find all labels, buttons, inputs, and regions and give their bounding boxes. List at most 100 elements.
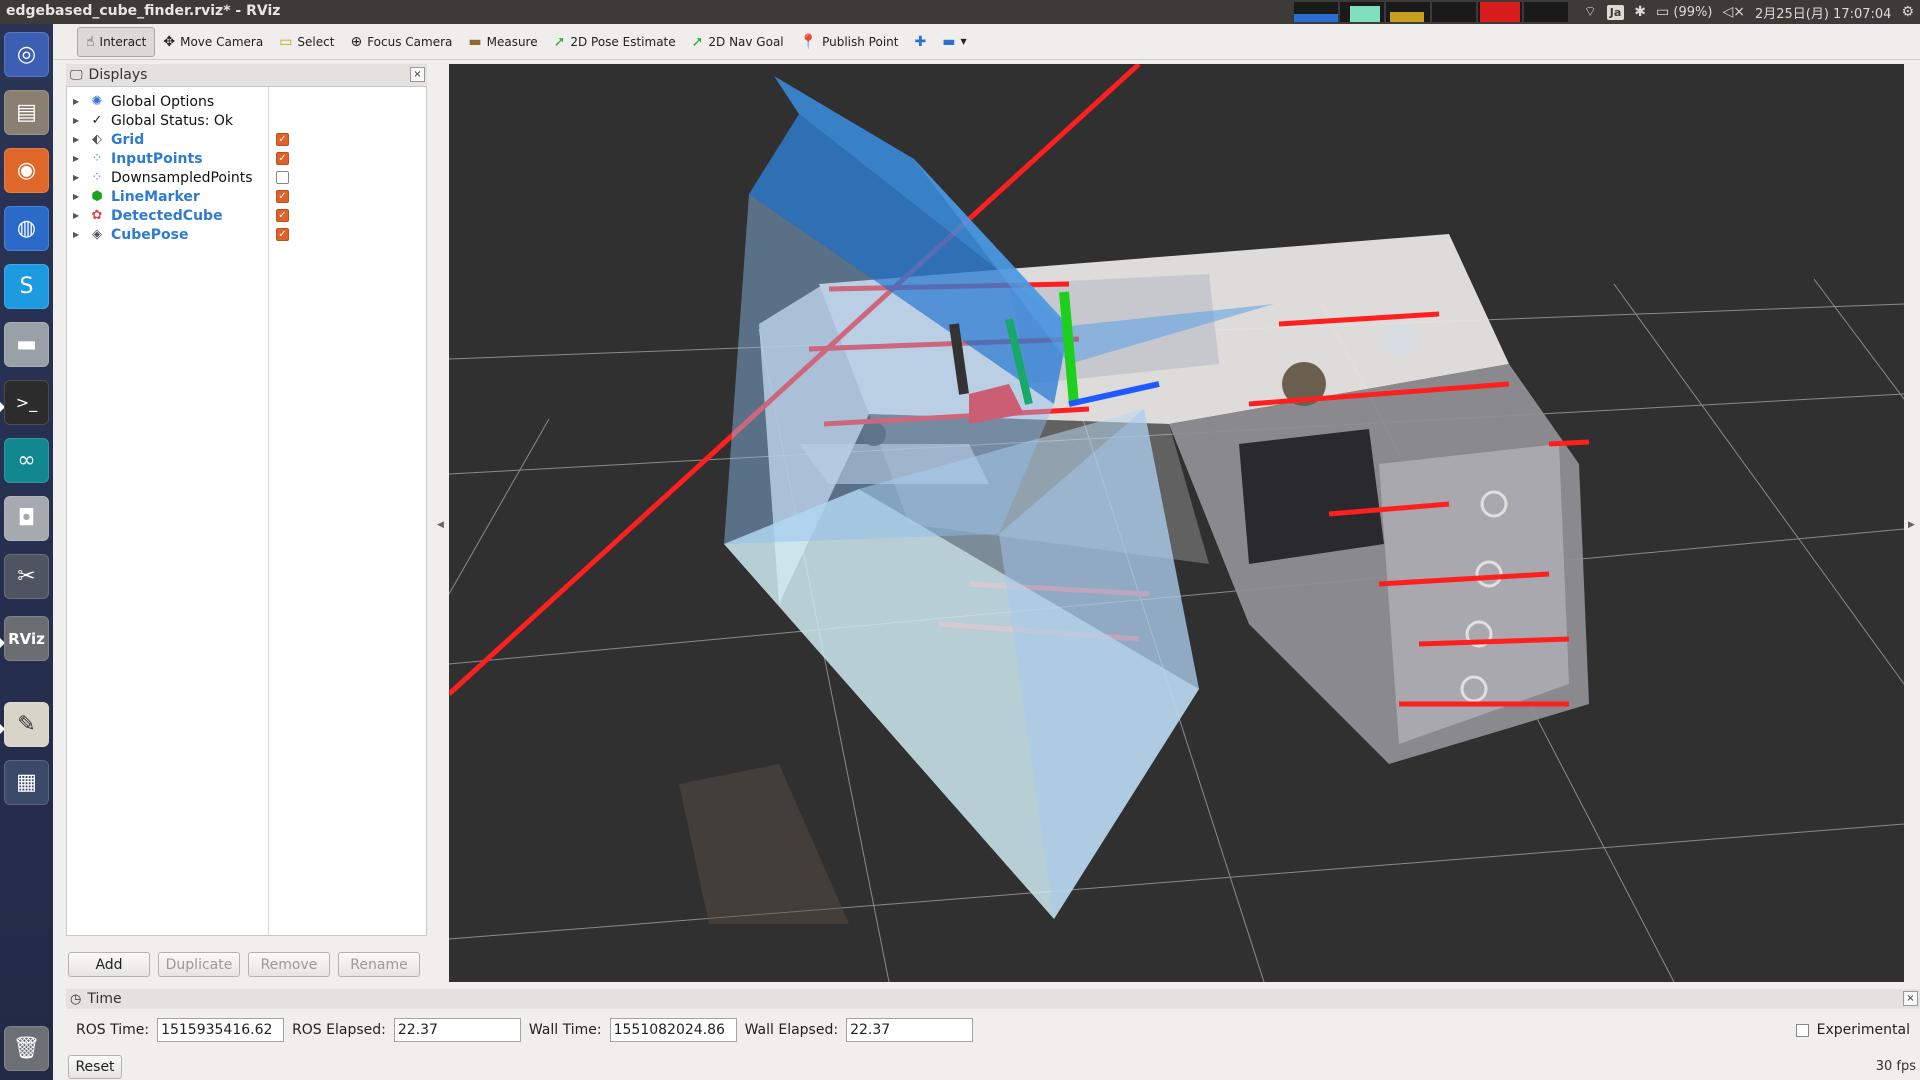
battery-icon: ▭ (1656, 4, 1670, 20)
pin-icon: 📍 (799, 33, 818, 50)
close-icon[interactable]: × (1903, 991, 1918, 1006)
green-arrow-icon: ➚ (553, 33, 566, 50)
camera-icon[interactable]: ◘ (4, 496, 49, 541)
monitor-icon: 🖵 (70, 67, 83, 83)
tool-select[interactable]: ▭ Select (271, 27, 342, 57)
wall-time-field[interactable]: 1551082024.86 (609, 1018, 737, 1042)
workspace-switcher-icon[interactable]: ▦ (4, 760, 49, 805)
point-cloud-icon: ⁘ (91, 170, 103, 185)
enable-checkbox[interactable]: ✓ (276, 133, 289, 146)
bluetooth-icon[interactable]: ✱ (1634, 4, 1646, 20)
gear-icon[interactable]: ⚙ (1901, 4, 1914, 20)
duplicate-button[interactable]: Duplicate (158, 952, 240, 977)
gear-icon: ✺ (91, 94, 103, 109)
tool-2d-nav-goal[interactable]: ➚ 2D Nav Goal (684, 27, 792, 57)
tree-row-detected-cube[interactable]: ▶ ✿ DetectedCube ✓ (67, 206, 428, 225)
close-icon[interactable]: × (410, 67, 425, 82)
detected-cube (724, 76, 1274, 919)
ros-time-field[interactable]: 1515935416.62 (157, 1018, 285, 1042)
focus-icon: ⊕ (350, 33, 363, 50)
tool-move-camera[interactable]: ✥ Move Camera (155, 27, 271, 57)
top-panel: edgebased_cube_finder.rviz* - RViz ⌔ Ja … (0, 0, 1920, 24)
files-icon[interactable]: ▤ (4, 90, 49, 135)
skype-icon[interactable]: S (4, 264, 49, 309)
time-fields: ROS Time: 1515935416.62 ROS Elapsed: 22.… (66, 1017, 1920, 1043)
chevron-down-icon: ▼ (960, 37, 967, 46)
expand-icon[interactable]: ▶ (73, 211, 83, 220)
displays-panel: 🖵 Displays × ▶ ✺ Global Options ▶ ✓ Glob… (66, 64, 427, 980)
firefox-icon[interactable]: ◉ (4, 148, 49, 193)
rviz-icon[interactable]: RViz (4, 616, 49, 661)
settings-tools-icon[interactable]: ✂ (4, 554, 49, 599)
enable-checkbox[interactable] (276, 171, 289, 184)
input-method-indicator[interactable]: Ja (1606, 4, 1625, 20)
wifi-icon[interactable]: ⌔ (1584, 3, 1597, 21)
chrome-icon[interactable]: ◍ (4, 206, 49, 251)
select-icon: ▭ (279, 33, 293, 50)
tree-row-line-marker[interactable]: ▶ ⬢ LineMarker ✓ (67, 187, 428, 206)
wall-elapsed-field[interactable]: 22.37 (846, 1018, 974, 1042)
enable-checkbox[interactable]: ✓ (276, 152, 289, 165)
render-view[interactable] (449, 64, 1904, 982)
expand-icon[interactable]: ▶ (73, 192, 83, 201)
expand-icon[interactable]: ▶ (73, 230, 83, 239)
launcher: ◎ ▤ ◉ ◍ S ▬ >_ ∞ ◘ ✂ RViz ✎ ▦ 🗑 (0, 24, 53, 1080)
tree-row-input-points[interactable]: ▶ ⁘ InputPoints ✓ (67, 149, 428, 168)
hand-icon: ☝ (86, 33, 95, 50)
tree-row-cube-pose[interactable]: ▶ ◈ CubePose ✓ (67, 225, 428, 244)
tool-2d-pose-estimate[interactable]: ➚ 2D Pose Estimate (546, 27, 684, 57)
battery-indicator[interactable]: ▭ (99%) (1656, 4, 1712, 20)
scene-render (449, 64, 1904, 982)
plus-icon: ✚ (914, 33, 927, 50)
volume-muted-icon[interactable]: ◁× (1722, 4, 1745, 20)
remove-button[interactable]: Remove (248, 952, 330, 977)
pose-icon: ◈ (92, 227, 102, 242)
minus-icon: ▬ (942, 33, 956, 50)
tree-row-grid[interactable]: ▶ ⬖ Grid ✓ (67, 130, 428, 149)
expand-icon[interactable]: ▶ (73, 135, 83, 144)
enable-checkbox[interactable]: ✓ (276, 228, 289, 241)
tool-publish-point[interactable]: 📍 Publish Point (792, 27, 907, 57)
tool-measure[interactable]: ▬ Measure (460, 27, 545, 57)
grid-icon: ⬖ (92, 132, 102, 147)
tool-focus-camera[interactable]: ⊕ Focus Camera (342, 27, 460, 57)
green-arrow-icon: ➚ (691, 33, 704, 50)
tool-interact[interactable]: ☝ Interact (77, 26, 156, 57)
polygon-icon: ✿ (91, 208, 103, 223)
system-monitor[interactable] (1293, 2, 1568, 22)
clock[interactable]: 2月25日(月) 17:07:04 (1755, 3, 1891, 22)
experimental-option[interactable]: Experimental (1795, 1022, 1910, 1038)
tree-row-downsampled-points[interactable]: ▶ ⁘ DownsampledPoints (67, 168, 428, 187)
trash-icon[interactable]: 🗑 (4, 1026, 49, 1071)
expand-icon[interactable]: ▶ (73, 154, 83, 163)
rviz-toolbar: ☝ Interact ✥ Move Camera ▭ Select ⊕ Focus Ca… (53, 24, 1920, 60)
experimental-checkbox[interactable] (1795, 1023, 1809, 1037)
displays-buttons: Add Duplicate Remove Rename (66, 952, 427, 977)
remove-tool-button[interactable]: ▬ ▼ (934, 27, 974, 57)
add-button[interactable]: Add (68, 952, 150, 977)
text-editor-icon[interactable]: ✎ (4, 702, 49, 747)
dash-home-icon[interactable]: ◎ (4, 32, 49, 77)
ros-elapsed-field[interactable]: 22.37 (393, 1018, 521, 1042)
rename-button[interactable]: Rename (338, 952, 420, 977)
displays-header: 🖵 Displays × (66, 64, 427, 86)
tree-row-global-status[interactable]: ▶ ✓ Global Status: Ok (67, 111, 428, 130)
tree-row-global-options[interactable]: ▶ ✺ Global Options (67, 92, 428, 111)
checkmark-icon: ✓ (91, 113, 103, 128)
terminal-icon[interactable]: >_ (4, 380, 49, 425)
expand-icon[interactable]: ▶ (73, 116, 83, 125)
time-header: ◷ Time × (66, 989, 1920, 1009)
move-icon: ✥ (163, 33, 176, 50)
add-tool-button[interactable]: ✚ (906, 27, 934, 57)
collapse-left-handle[interactable]: ◀ (437, 520, 444, 530)
enable-checkbox[interactable]: ✓ (276, 209, 289, 222)
reset-button[interactable]: Reset (68, 1055, 122, 1079)
clock-icon: ◷ (70, 991, 82, 1007)
enable-checkbox[interactable]: ✓ (276, 190, 289, 203)
collapse-right-handle[interactable]: ▶ (1908, 520, 1915, 530)
disk-icon[interactable]: ▬ (4, 322, 49, 367)
expand-icon[interactable]: ▶ (73, 173, 83, 182)
expand-icon[interactable]: ▶ (73, 97, 83, 106)
ruler-icon: ▬ (468, 33, 482, 50)
arduino-icon[interactable]: ∞ (4, 438, 49, 483)
